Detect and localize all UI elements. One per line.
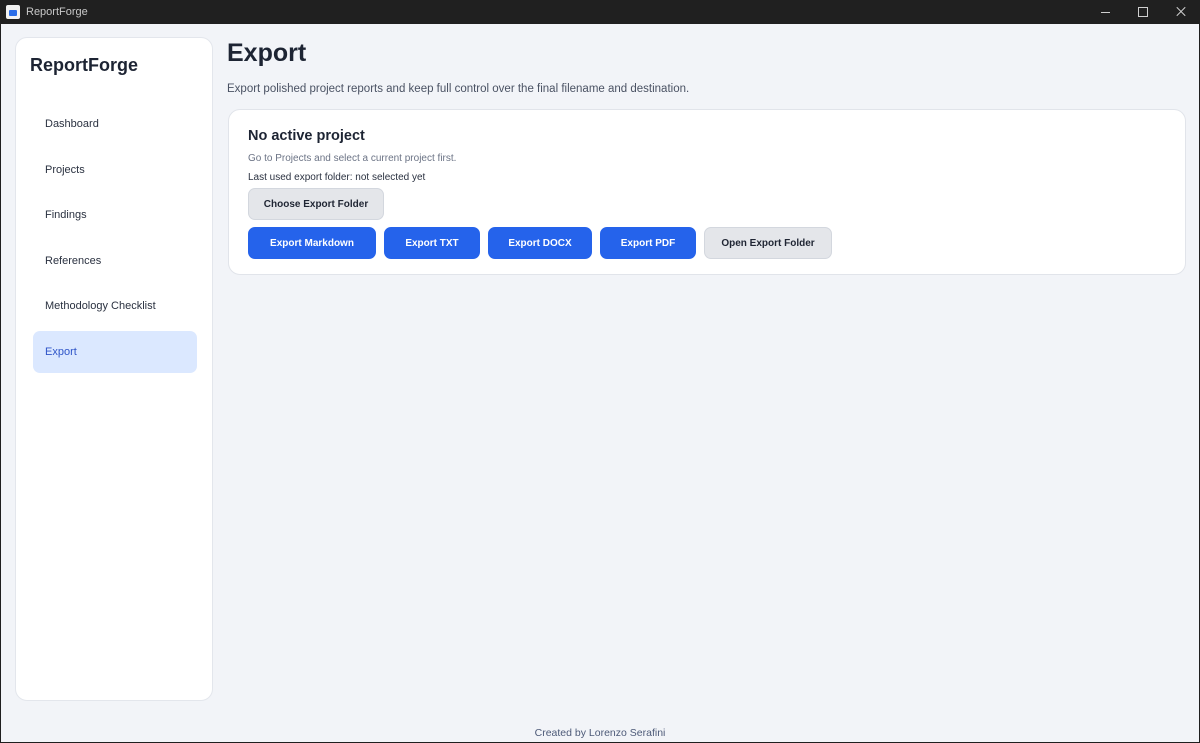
export-docx-button[interactable]: Export DOCX xyxy=(488,227,592,259)
window-titlebar[interactable]: ReportForge xyxy=(0,0,1200,24)
close-icon[interactable] xyxy=(1162,0,1200,24)
open-export-folder-button[interactable]: Open Export Folder xyxy=(704,227,832,259)
export-folder-status: Last used export folder: not selected ye… xyxy=(248,172,426,183)
export-pdf-button[interactable]: Export PDF xyxy=(600,227,696,259)
footer-credit: Created by Lorenzo Serafini xyxy=(534,727,666,739)
active-project-title: No active project xyxy=(248,128,365,144)
sidebar-item-findings[interactable]: Findings xyxy=(33,194,197,236)
sidebar-item-dashboard[interactable]: Dashboard xyxy=(33,103,197,145)
sidebar: ReportForge Dashboard Projects Findings … xyxy=(15,37,213,701)
page-subtitle: Export polished project reports and keep… xyxy=(227,83,690,95)
app-icon xyxy=(6,5,20,19)
choose-export-folder-button[interactable]: Choose Export Folder xyxy=(248,188,384,220)
project-hint: Go to Projects and select a current proj… xyxy=(248,153,457,164)
window-title: ReportForge xyxy=(26,6,88,18)
export-txt-button[interactable]: Export TXT xyxy=(384,227,480,259)
sidebar-item-references[interactable]: References xyxy=(33,240,197,282)
export-card: No active project Go to Projects and sel… xyxy=(228,109,1186,275)
sidebar-item-methodology-checklist[interactable]: Methodology Checklist xyxy=(33,285,197,327)
window-controls xyxy=(1086,0,1200,24)
main-content: Export Export polished project reports a… xyxy=(227,24,1187,724)
sidebar-nav: Dashboard Projects Findings References M… xyxy=(33,103,197,376)
brand-title: ReportForge xyxy=(30,55,138,75)
app-window: ReportForge Dashboard Projects Findings … xyxy=(1,24,1199,742)
maximize-icon[interactable] xyxy=(1124,0,1162,24)
sidebar-item-projects[interactable]: Projects xyxy=(33,149,197,191)
page-title: Export xyxy=(227,39,307,67)
export-markdown-button[interactable]: Export Markdown xyxy=(248,227,376,259)
minimize-icon[interactable] xyxy=(1086,0,1124,24)
sidebar-item-export[interactable]: Export xyxy=(33,330,197,373)
